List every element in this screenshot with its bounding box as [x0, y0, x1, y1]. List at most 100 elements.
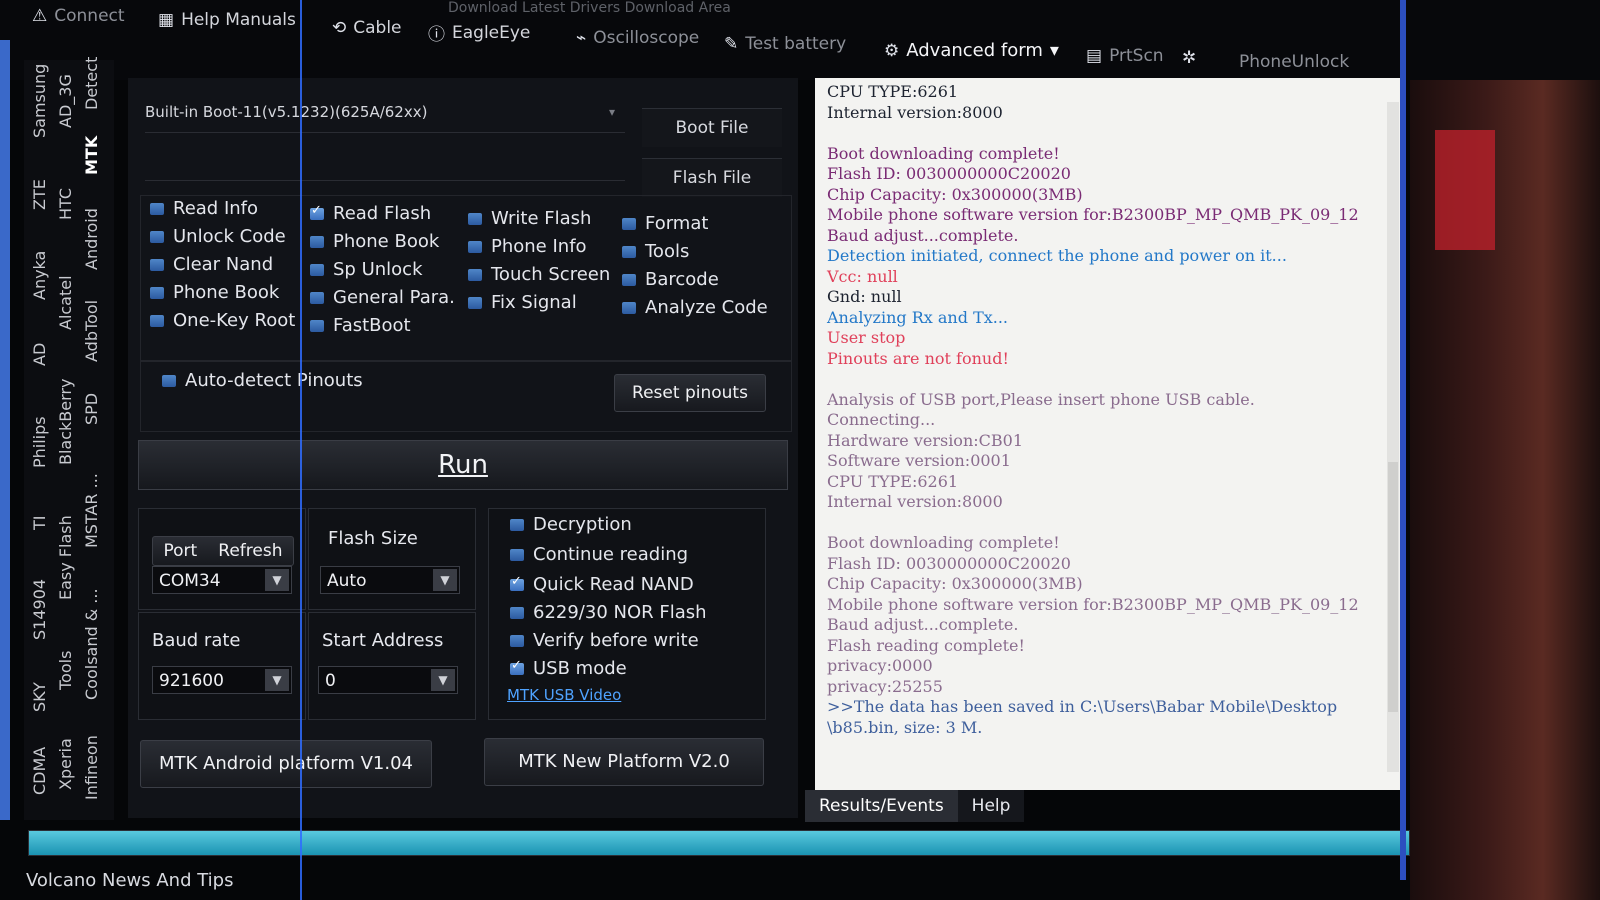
radio-icon: [310, 319, 324, 332]
tab-ad[interactable]: AD: [30, 343, 49, 366]
option-fastboot[interactable]: FastBoot: [310, 315, 411, 336]
option-unlock-code[interactable]: Unlock Code: [150, 226, 286, 247]
cable-button[interactable]: ⟲ Cable: [332, 18, 402, 38]
tab-samsung[interactable]: Samsung: [30, 64, 49, 138]
port-refresh-button[interactable]: Port Refresh: [152, 536, 294, 566]
tab-mtk[interactable]: MTK: [82, 136, 101, 175]
option-read-flash[interactable]: Read Flash: [310, 203, 431, 224]
option-general-para[interactable]: General Para.: [310, 287, 455, 308]
log-line: Internal version:8000: [827, 492, 1003, 511]
chevron-down-icon: ▼: [265, 669, 289, 691]
tab-zte[interactable]: ZTE: [30, 179, 49, 210]
quick-read-nand-checkbox[interactable]: Quick Read NAND: [510, 574, 694, 595]
option-label: Phone Book: [173, 282, 280, 303]
tab-xperia[interactable]: Xperia: [56, 738, 75, 790]
port-select[interactable]: COM34 ▼: [152, 566, 292, 594]
tab-android[interactable]: Android: [82, 208, 101, 270]
tab-ti[interactable]: TI: [30, 516, 49, 531]
option-sp-unlock[interactable]: Sp Unlock: [310, 259, 423, 280]
help-manuals-button[interactable]: ▦ Help Manuals: [158, 10, 296, 30]
reset-pinouts-button[interactable]: Reset pinouts: [614, 374, 766, 412]
log-line: Hardware version:CB01: [827, 430, 1023, 450]
flash-file-button[interactable]: Flash File: [642, 158, 782, 197]
check-label: Verify before write: [533, 630, 699, 651]
boot-select[interactable]: Built-in Boot-11(v5.1232)(625A/62xx) ▾: [145, 92, 625, 133]
tab-tools[interactable]: Tools: [56, 651, 75, 690]
flash-size-select[interactable]: Auto ▼: [320, 566, 460, 594]
auto-detect-pinouts-checkbox[interactable]: Auto-detect Pinouts: [162, 370, 363, 391]
tab-blackberry[interactable]: BlackBerry: [56, 379, 75, 465]
log-line: Flash ID: 0030000000C20020: [827, 553, 1071, 573]
connect-button[interactable]: ⚠ Connect: [32, 6, 125, 26]
port-value: COM34: [159, 571, 221, 591]
tab-htc[interactable]: HTC: [56, 188, 75, 220]
option-touch-screen[interactable]: Touch Screen: [468, 264, 610, 285]
check-label: Quick Read NAND: [533, 574, 694, 595]
mtk-usb-video-link[interactable]: MTK USB Video: [507, 686, 621, 704]
tab-results-events[interactable]: Results/Events: [805, 790, 958, 822]
settings-icon: ✲: [1182, 48, 1197, 68]
scrollbar-thumb[interactable]: [1388, 462, 1398, 712]
tab-anyka[interactable]: Anyka: [30, 251, 49, 300]
option-phone-book[interactable]: Phone Book: [150, 282, 279, 303]
oscilloscope-label: Oscilloscope: [593, 28, 700, 48]
test-battery-button[interactable]: ✎ Test battery: [724, 34, 846, 54]
usb-mode-checkbox[interactable]: USB mode: [510, 658, 627, 679]
tab-ad-3g[interactable]: AD_3G: [56, 74, 75, 128]
radio-icon: [468, 240, 482, 253]
tab-help[interactable]: Help: [957, 790, 1025, 822]
baud-rate-select[interactable]: 921600 ▼: [152, 666, 292, 694]
continue-reading-checkbox[interactable]: Continue reading: [510, 544, 688, 565]
tab-coolsand[interactable]: Coolsand & ...: [82, 588, 101, 700]
verify-before-write-checkbox[interactable]: Verify before write: [510, 630, 699, 651]
status-text[interactable]: Volcano News And Tips: [26, 870, 233, 891]
option-phone-book-2[interactable]: Phone Book: [310, 231, 439, 252]
option-analyze-code[interactable]: Analyze Code: [622, 297, 768, 318]
option-fix-signal[interactable]: Fix Signal: [468, 292, 577, 313]
check-label: USB mode: [533, 658, 627, 679]
log-scrollbar[interactable]: [1387, 102, 1399, 772]
tab-sky[interactable]: SKY: [30, 682, 49, 712]
tab-easy-flash[interactable]: Easy Flash: [56, 515, 75, 600]
run-button[interactable]: Run: [138, 440, 788, 490]
option-tools[interactable]: Tools: [622, 241, 689, 262]
results-log[interactable]: CPU TYPE:6261 Internal version:8000 Boot d…: [815, 78, 1405, 790]
advanced-form-dropdown[interactable]: ⚙ Advanced form ▾: [884, 40, 1059, 61]
tab-philips[interactable]: Philips: [30, 416, 49, 468]
option-clear-nand[interactable]: Clear Nand: [150, 254, 273, 275]
tab-infineon[interactable]: Infineon: [82, 735, 101, 800]
tab-s14904[interactable]: S14904: [30, 579, 49, 640]
option-write-flash[interactable]: Write Flash: [468, 208, 591, 229]
flash-file-path[interactable]: [145, 140, 625, 181]
phoneunlock-button[interactable]: PhoneUnlock: [1232, 52, 1349, 72]
option-format[interactable]: Format: [622, 213, 708, 234]
nor-flash-checkbox[interactable]: 6229/30 NOR Flash: [510, 602, 707, 623]
tab-spd[interactable]: SPD: [82, 393, 101, 425]
settings-button[interactable]: ✲: [1182, 48, 1196, 68]
tab-detect[interactable]: Detect: [82, 57, 101, 110]
tab-alcatel[interactable]: Alcatel: [56, 275, 75, 330]
boot-select-value: Built-in Boot-11(v5.1232)(625A/62xx): [145, 103, 428, 121]
check-label: Decryption: [533, 514, 632, 535]
mtk-android-platform-button[interactable]: MTK Android platform V1.04: [140, 740, 432, 788]
decryption-checkbox[interactable]: Decryption: [510, 514, 632, 535]
faint-download-links[interactable]: Download Latest Drivers Download Area: [448, 0, 731, 16]
option-one-key-root[interactable]: One-Key Root: [150, 310, 295, 331]
eagleeye-button[interactable]: ⓘ EagleEye: [428, 20, 530, 46]
check-label: Continue reading: [533, 544, 689, 565]
oscilloscope-button[interactable]: ⌁ Oscilloscope: [576, 28, 699, 48]
start-address-select[interactable]: 0 ▼: [318, 666, 458, 694]
prtscn-button[interactable]: ▤ PrtScn: [1086, 46, 1164, 66]
boot-file-button[interactable]: Boot File: [642, 108, 782, 147]
tab-mstar[interactable]: MSTAR ...: [82, 473, 101, 548]
mtk-new-platform-button[interactable]: MTK New Platform V2.0: [484, 738, 764, 786]
option-read-info[interactable]: Read Info: [150, 198, 258, 219]
option-barcode[interactable]: Barcode: [622, 269, 719, 290]
tab-adbtool[interactable]: AdbTool: [82, 300, 101, 362]
tab-cdma[interactable]: CDMA: [30, 747, 49, 795]
radio-icon: [150, 286, 164, 299]
start-address-label: Start Address: [322, 630, 444, 651]
checkbox-icon: [510, 518, 524, 531]
option-phone-info[interactable]: Phone Info: [468, 236, 587, 257]
option-label: Analyze Code: [645, 297, 768, 318]
